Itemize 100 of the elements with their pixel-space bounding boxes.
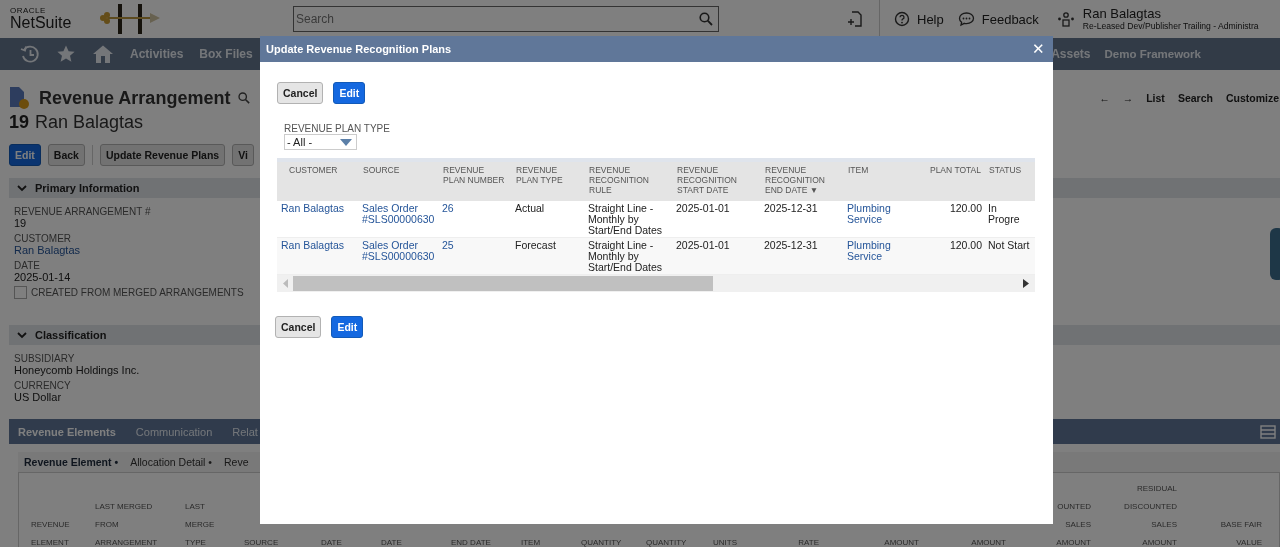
record-navigation-link[interactable]: ←: [1099, 92, 1110, 104]
plan-type-dropdown[interactable]: - All -: [284, 134, 357, 150]
field-value: 2025-01-14: [14, 271, 71, 284]
feedback-link[interactable]: Feedback: [957, 11, 1039, 27]
table-cell-text: Straight Line - Monthly by Start/End Dates: [587, 203, 664, 237]
table-cell-text: 120.00: [948, 203, 983, 216]
section-title: Primary Information: [35, 182, 140, 194]
column-header: SOURCE: [244, 538, 279, 547]
checkbox[interactable]: [14, 286, 27, 300]
column-header[interactable]: SOURCE: [359, 165, 439, 201]
nav-item[interactable]: Demo Framework: [1104, 48, 1201, 60]
star-icon[interactable]: [56, 44, 76, 64]
close-button[interactable]: ✕: [1030, 40, 1047, 58]
cell-link[interactable]: 25: [439, 240, 512, 274]
record-navigation-link[interactable]: →: [1122, 92, 1134, 104]
cell-link[interactable]: Ran Balagtas: [277, 240, 359, 274]
help-link[interactable]: Help: [894, 11, 944, 27]
side-tab-icon[interactable]: [1270, 228, 1280, 280]
column-header: AMOUNT: [884, 538, 919, 547]
tab[interactable]: Relat: [232, 425, 258, 438]
column-header: BASE FAIR VALUE: [1220, 520, 1262, 547]
column-header: RESIDUAL DISCOUNTED SALES AMOUNT: [1124, 484, 1177, 547]
scroll-right-icon[interactable]: [1023, 279, 1029, 288]
chevron-icon: [17, 331, 27, 339]
action-button[interactable]: Vi: [232, 144, 254, 166]
user-name[interactable]: Ran Balagtas: [1082, 6, 1259, 22]
subtab[interactable]: Reve: [224, 456, 249, 469]
dropdown-arrow-icon: [340, 138, 352, 146]
field-label: CURRENCY: [14, 381, 71, 392]
column-header: REVENUE ELEMENT: [31, 520, 70, 547]
nav-item[interactable]: Assets: [1051, 47, 1091, 61]
column-header: ITEM: [521, 538, 541, 547]
record-number: 19: [9, 112, 30, 133]
column-header: QUANTITY: [646, 538, 687, 547]
column-header: DATE: [381, 538, 402, 547]
cell-link[interactable]: Plumbing Service: [844, 240, 914, 274]
table-cell-text: Forecast: [514, 240, 557, 253]
field-label: DATE: [14, 261, 40, 272]
nav-item[interactable]: Activities: [130, 47, 184, 61]
add-page-icon[interactable]: [847, 10, 863, 28]
user-roles-icon[interactable]: [1056, 10, 1075, 28]
brand-caption: ORACLE: [10, 7, 47, 15]
action-button[interactable]: Edit: [9, 144, 41, 166]
dialog-button[interactable]: Cancel: [275, 316, 322, 338]
record-navigation-link[interactable]: List: [1146, 92, 1165, 104]
subtab[interactable]: Allocation Detail •: [130, 456, 213, 469]
tab[interactable]: Revenue Elements: [18, 425, 116, 438]
help-icon: [894, 11, 910, 27]
column-header: LAST MERGE TYPE: [185, 502, 215, 547]
column-header: UNITS: [713, 538, 737, 547]
dialog-button[interactable]: Edit: [331, 316, 364, 338]
field-label: CUSTOMER: [14, 234, 72, 245]
list-view-icon[interactable]: [1260, 424, 1276, 439]
tab[interactable]: Communication: [135, 425, 213, 438]
nav-item[interactable]: Box Files: [199, 47, 253, 61]
field-label: CREATED FROM MERGED ARRANGEMENTS: [31, 287, 244, 299]
field-label: REVENUE PLAN TYPE: [284, 123, 391, 134]
action-button[interactable]: Back: [47, 144, 85, 166]
table-cell-text: 2025-12-31: [763, 240, 819, 253]
action-button[interactable]: Update Revenue Plans: [99, 144, 226, 166]
cell-link[interactable]: 26: [439, 203, 512, 237]
field-link[interactable]: Ran Balagtas: [14, 244, 81, 257]
column-header: LAST MERGED FROM ARRANGEMENT: [95, 502, 158, 547]
cell-link[interactable]: Ran Balagtas: [277, 203, 359, 237]
cell-link[interactable]: Sales Order #SLS00000630: [359, 240, 439, 274]
column-header[interactable]: REVENUE PLAN TYPE: [512, 165, 585, 201]
cell-link[interactable]: Sales Order #SLS00000630: [359, 203, 439, 237]
dialog-button[interactable]: Edit: [333, 82, 366, 104]
column-header[interactable]: REVENUE RECOGNITION END DATE ▼: [761, 165, 844, 201]
scroll-left-icon[interactable]: [283, 279, 289, 288]
record-name: Ran Balagtas: [35, 112, 144, 133]
record-navigation-link[interactable]: Search: [1177, 92, 1213, 104]
dialog-button[interactable]: Cancel: [277, 82, 324, 104]
column-header[interactable]: CUSTOMER: [277, 165, 359, 201]
column-header[interactable]: REVENUE RECOGNITION START DATE: [673, 165, 761, 201]
recent-history-icon[interactable]: [20, 44, 40, 64]
column-header[interactable]: REVENUE PLAN NUMBER: [439, 165, 512, 201]
dialog-title: Update Revenue Recognition Plans: [266, 43, 452, 55]
table-cell-text: 120.00: [948, 240, 983, 253]
field-label: SUBSIDIARY: [14, 354, 75, 365]
search-icon[interactable]: [238, 92, 251, 104]
column-header: QUANTITY: [581, 538, 622, 547]
record-navigation-link[interactable]: Customize: [1225, 92, 1279, 104]
field-label: REVENUE ARRANGEMENT #: [14, 207, 151, 218]
document-coin-icon: [9, 86, 31, 110]
home-icon[interactable]: [92, 44, 114, 64]
user-role: Re-Leased Dev/Publisher Trailing - Administra: [1082, 21, 1259, 32]
table-cell-text: 2025-01-01: [675, 240, 731, 253]
column-header[interactable]: STATUS: [985, 165, 1034, 201]
table-cell-text: 2025-12-31: [763, 203, 819, 216]
search-icon[interactable]: [699, 12, 713, 26]
record-type-title: Revenue Arrangement: [39, 87, 231, 109]
field-value: US Dollar: [14, 391, 62, 404]
column-header[interactable]: REVENUE RECOGNITION RULE: [585, 165, 673, 201]
search-field[interactable]: Search: [293, 6, 719, 32]
column-header[interactable]: ITEM: [844, 165, 914, 201]
subtab[interactable]: Revenue Element •: [24, 456, 119, 469]
column-header[interactable]: PLAN TOTAL: [914, 165, 985, 201]
chevron-icon: [17, 184, 27, 192]
cell-link[interactable]: Plumbing Service: [844, 203, 914, 237]
